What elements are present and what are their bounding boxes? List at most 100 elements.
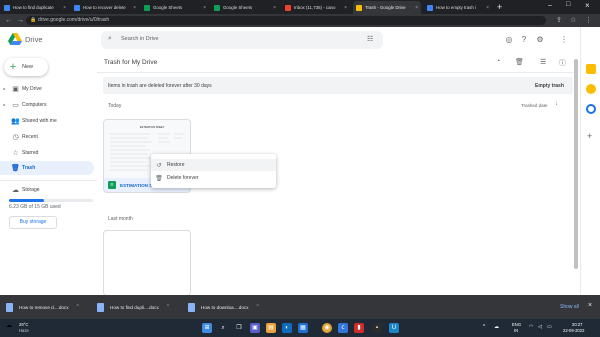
- scrollbar[interactable]: [574, 53, 578, 295]
- storage-used-text: 6.23 GB of 15 GB used: [9, 204, 61, 210]
- download-item[interactable]: How to find dupli....docx ^: [97, 299, 183, 315]
- computers-icon: ▭: [12, 101, 19, 109]
- menu-item-delete-forever[interactable]: 🗑 Delete forever: [151, 172, 276, 184]
- calendar-icon[interactable]: [586, 64, 596, 74]
- sidebar-item-my-drive[interactable]: ▸ ▣ My Drive: [0, 82, 94, 95]
- trash-icon: 🗑: [11, 165, 20, 172]
- browser-tab[interactable]: Google Sheets ×: [141, 1, 209, 14]
- drive-logo-icon[interactable]: [8, 33, 22, 45]
- file-card-last-month[interactable]: [103, 230, 191, 296]
- teams-icon[interactable]: ⅽ: [338, 323, 348, 333]
- gmail-favicon-icon: [285, 4, 291, 11]
- sheets-favicon-icon: [144, 4, 150, 11]
- browser-tab[interactable]: How to recover delete ×: [71, 1, 139, 14]
- sidebar: + New ▸ ▣ My Drive ▸ ▭ Computers 👥 Shared wit…: [0, 53, 97, 295]
- volume-icon[interactable]: ◁: [538, 324, 542, 330]
- weather-temp[interactable]: 29°C: [19, 322, 28, 327]
- close-window-button[interactable]: ×: [585, 1, 590, 10]
- chrome-icon[interactable]: ◉: [322, 323, 332, 333]
- docs-favicon-icon: [427, 4, 433, 11]
- search-bar[interactable]: ⌕ Search in Drive ☷: [101, 31, 383, 49]
- close-tab-icon[interactable]: ×: [486, 5, 489, 11]
- storage-bar-fill: [9, 199, 44, 202]
- add-addon-icon[interactable]: +: [587, 131, 592, 141]
- sidebar-item-trash[interactable]: 🗑 Trash: [0, 161, 94, 175]
- buy-storage-button[interactable]: Buy storage: [9, 216, 57, 229]
- trash-header-icon[interactable]: 🗑: [515, 58, 524, 66]
- settings-gear-icon[interactable]: ⚙: [535, 35, 545, 45]
- close-tab-icon[interactable]: ×: [133, 5, 136, 11]
- app-icon[interactable]: ▮: [354, 323, 364, 333]
- close-tab-icon[interactable]: ×: [273, 5, 276, 11]
- apps-grid-icon[interactable]: ⋮: [559, 35, 569, 45]
- offline-status-icon[interactable]: ◎: [504, 35, 514, 45]
- wifi-icon[interactable]: ◠: [529, 324, 533, 330]
- trash-info-banner: Items in trash are deleted forever after…: [103, 77, 573, 94]
- browser-tab[interactable]: How to empty trash i ×: [424, 1, 492, 14]
- keep-icon[interactable]: [586, 84, 596, 94]
- clock-time[interactable]: 20:27: [572, 322, 582, 327]
- address-bar[interactable]: 🔒 drive.google.com/drive/u/0/trash: [26, 16, 546, 25]
- download-item[interactable]: How to downloa....docx ^: [188, 299, 278, 315]
- forward-icon[interactable]: →: [17, 16, 24, 25]
- tray-overflow-icon[interactable]: ^: [483, 324, 485, 330]
- sidebar-item-recent[interactable]: ◷ Recent: [0, 130, 94, 143]
- app-icon[interactable]: U: [389, 323, 399, 333]
- chevron-up-icon[interactable]: ^: [77, 304, 79, 310]
- chevron-up-icon[interactable]: ^: [167, 304, 169, 310]
- show-all-button[interactable]: Show all: [560, 304, 579, 310]
- menu-dots-icon[interactable]: ⋮: [585, 16, 592, 25]
- maximize-window-button[interactable]: □: [566, 1, 570, 8]
- browser-tab[interactable]: Inbox (11,736) - cano ×: [282, 1, 350, 14]
- language-indicator[interactable]: ENG: [512, 322, 521, 327]
- new-tab-button[interactable]: +: [497, 1, 502, 13]
- sidebar-item-starred[interactable]: ☆ Starred: [0, 146, 94, 159]
- section-last-month: Last month: [108, 216, 133, 222]
- sidebar-item-shared[interactable]: 👥 Shared with me: [0, 114, 94, 127]
- close-tab-icon[interactable]: ×: [63, 5, 66, 11]
- search-input[interactable]: Search in Drive: [121, 36, 159, 42]
- scrollbar-thumb[interactable]: [574, 59, 578, 269]
- sort-label[interactable]: Trashed date: [521, 103, 547, 108]
- browser-tab[interactable]: Google Sheets ×: [211, 1, 279, 14]
- close-shelf-icon[interactable]: ×: [588, 302, 592, 309]
- close-tab-icon[interactable]: ×: [415, 5, 418, 11]
- taskbar-search-icon[interactable]: ⌕: [218, 323, 228, 333]
- chevron-up-icon[interactable]: ^: [257, 304, 259, 310]
- menu-item-restore[interactable]: ↺ Restore: [151, 159, 276, 171]
- back-icon[interactable]: ←: [5, 16, 12, 25]
- share-icon[interactable]: ⇪: [556, 16, 562, 25]
- close-tab-icon[interactable]: ×: [203, 5, 206, 11]
- star-icon: ☆: [12, 149, 19, 157]
- teams-chat-icon[interactable]: ▣: [250, 323, 260, 333]
- close-tab-icon[interactable]: ×: [344, 5, 347, 11]
- expand-caret-icon[interactable]: ▸: [0, 86, 9, 91]
- minimize-window-button[interactable]: –: [548, 2, 552, 9]
- file-explorer-icon[interactable]: ▤: [266, 323, 276, 333]
- shared-icon: 👥: [11, 117, 20, 125]
- empty-trash-button[interactable]: Empty trash: [535, 83, 564, 89]
- task-view-icon[interactable]: ❐: [234, 323, 244, 333]
- battery-icon[interactable]: ▭: [547, 324, 552, 330]
- search-options-icon[interactable]: ☷: [367, 35, 373, 43]
- activity-icon[interactable]: ◔: [496, 58, 500, 65]
- tasks-icon[interactable]: [586, 104, 596, 114]
- cloud-tray-icon[interactable]: ☁: [494, 324, 499, 330]
- browser-tab[interactable]: How to find duplicate ×: [1, 1, 69, 14]
- app-icon[interactable]: ▪: [372, 323, 382, 333]
- download-item[interactable]: How to remove d....docx ^: [6, 299, 102, 315]
- sort-arrow-icon[interactable]: ↓: [555, 101, 558, 107]
- bookmark-star-icon[interactable]: ☆: [570, 16, 576, 25]
- expand-caret-icon[interactable]: ▸: [0, 102, 9, 107]
- sidebar-item-computers[interactable]: ▸ ▭ Computers: [0, 98, 94, 111]
- info-icon[interactable]: ⓘ: [559, 58, 566, 68]
- edge-icon[interactable]: ◐: [282, 323, 292, 333]
- start-button-icon[interactable]: ⊞: [202, 323, 212, 333]
- support-icon[interactable]: ?: [519, 35, 529, 45]
- store-icon[interactable]: ▦: [298, 323, 308, 333]
- browser-tab-active[interactable]: Trash - Google Drive ×: [353, 1, 421, 14]
- sidebar-item-storage[interactable]: ☁ Storage: [0, 183, 94, 196]
- search-icon[interactable]: ⌕: [108, 35, 112, 43]
- list-view-icon[interactable]: ☰: [540, 58, 546, 66]
- new-button[interactable]: + New: [4, 58, 48, 76]
